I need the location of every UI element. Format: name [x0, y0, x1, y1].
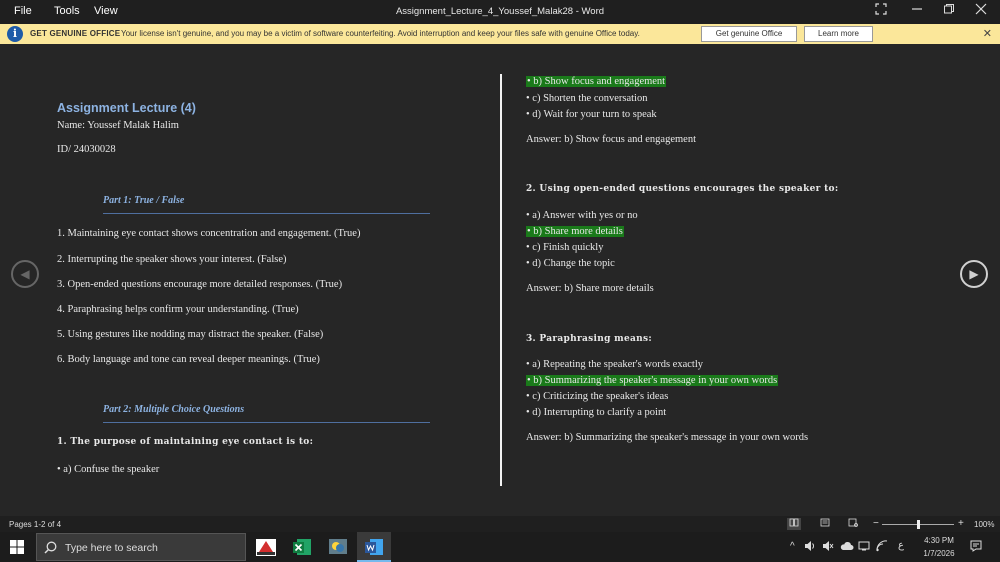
menu-view[interactable]: View	[94, 5, 118, 17]
genuine-office-banner: i GET GENUINE OFFICE Your license isn't …	[0, 24, 1000, 44]
banner-message: Your license isn't genuine, and you may …	[121, 29, 640, 38]
search-placeholder: Type here to search	[65, 542, 158, 554]
question-heading: 2. Using open-ended questions encourages…	[526, 184, 839, 194]
info-icon: i	[7, 26, 23, 42]
statement-item: 2. Interrupting the speaker shows your i…	[57, 254, 287, 265]
option-item: • c) Finish quickly	[526, 242, 604, 253]
divider	[103, 213, 430, 214]
windows-taskbar: Type here to search ^ ع 4:30 PM 1/7/2026	[0, 532, 1000, 562]
statement-item: 5. Using gestures like nodding may distr…	[57, 329, 324, 340]
excel-app-icon[interactable]	[291, 536, 313, 558]
wifi-icon[interactable]	[876, 540, 888, 555]
clock-time[interactable]: 4:30 PM	[919, 536, 959, 545]
pdf-app-icon[interactable]	[255, 536, 277, 558]
get-genuine-office-button[interactable]: Get genuine Office	[701, 26, 797, 42]
restore-button[interactable]	[936, 2, 962, 22]
print-layout-icon[interactable]	[818, 518, 832, 530]
option-item: • c) Criticizing the speaker's ideas	[526, 391, 669, 402]
taskbar-search-box[interactable]: Type here to search	[36, 533, 246, 561]
option-item: • a) Answer with yes or no	[526, 210, 638, 221]
volume-muted-icon[interactable]	[822, 540, 834, 555]
page-count[interactable]: Pages 1-2 of 4	[9, 520, 61, 529]
page-divider	[500, 74, 502, 486]
divider	[103, 422, 430, 423]
part1-heading: Part 1: True / False	[103, 195, 185, 206]
document-reading-area: ◀ ▶ Assignment Lecture (4) Name: Youssef…	[0, 44, 1000, 516]
next-page-icon[interactable]: ▶	[960, 260, 988, 288]
close-icon[interactable]: ✕	[983, 27, 992, 40]
part2-heading: Part 2: Multiple Choice Questions	[103, 404, 245, 415]
device-icon[interactable]	[858, 540, 870, 555]
menu-file[interactable]: File	[14, 5, 32, 17]
zoom-slider[interactable]	[882, 520, 954, 529]
input-language[interactable]: ع	[898, 540, 904, 551]
statement-item: 4. Paraphrasing helps confirm your under…	[57, 304, 299, 315]
option-item: • a) Confuse the speaker	[57, 464, 160, 475]
statement-item: 6. Body language and tone can reveal dee…	[57, 354, 320, 365]
option-item: • d) Interrupting to clarify a point	[526, 407, 667, 418]
option-item-highlighted: • b) Summarizing the speaker's message i…	[526, 375, 779, 386]
read-mode-icon[interactable]	[787, 518, 801, 530]
option-item: • d) Change the topic	[526, 258, 615, 269]
answer-line: Answer: b) Summarizing the speaker's mes…	[526, 432, 809, 443]
statement-item: 1. Maintaining eye contact shows concent…	[57, 228, 361, 239]
clock-date[interactable]: 1/7/2026	[919, 549, 959, 558]
close-button[interactable]	[968, 2, 994, 22]
chevron-up-icon[interactable]: ^	[790, 541, 795, 552]
status-bar: Pages 1-2 of 4 − + 100%	[0, 516, 1000, 532]
zoom-out-button[interactable]: −	[873, 518, 879, 529]
web-layout-icon[interactable]	[846, 518, 860, 530]
question-heading: 3. Paraphrasing means:	[526, 334, 652, 344]
zoom-slider-thumb[interactable]	[916, 520, 920, 529]
windows-start-icon[interactable]	[10, 540, 24, 557]
cloud-icon[interactable]	[840, 540, 854, 555]
option-item-highlighted: • b) Share more details	[526, 226, 624, 237]
option-item-highlighted: • b) Show focus and engagement	[526, 76, 667, 87]
previous-page-icon[interactable]: ◀	[11, 260, 39, 288]
answer-line: Answer: b) Share more details	[526, 283, 654, 294]
zoom-level[interactable]: 100%	[974, 520, 994, 529]
answer-line: Answer: b) Show focus and engagement	[526, 134, 696, 145]
option-item: • d) Wait for your turn to speak	[526, 109, 657, 120]
statement-item: 3. Open-ended questions encourage more d…	[57, 279, 343, 290]
document-title: Assignment Lecture (4)	[57, 101, 196, 115]
title-bar: File Tools View Assignment_Lecture_4_You…	[0, 0, 1000, 24]
search-icon	[44, 541, 57, 554]
notifications-icon[interactable]	[970, 540, 982, 555]
question-heading: 1. The purpose of maintaining eye contac…	[57, 437, 314, 447]
word-app-icon[interactable]	[357, 532, 391, 562]
student-name: Name: Youssef Malak Halim	[57, 120, 179, 131]
zoom-in-button[interactable]: +	[958, 518, 964, 529]
focus-mode-icon[interactable]	[868, 2, 894, 22]
volume-icon[interactable]	[804, 540, 816, 555]
minimize-button[interactable]	[904, 2, 930, 22]
python-app-icon[interactable]	[327, 536, 349, 558]
window-title: Assignment_Lecture_4_Youssef_Malak28 - W…	[395, 6, 605, 17]
menu-tools[interactable]: Tools	[54, 5, 80, 17]
learn-more-button[interactable]: Learn more	[804, 26, 873, 42]
student-id: ID/ 24030028	[57, 144, 116, 155]
option-item: • c) Shorten the conversation	[526, 93, 648, 104]
option-item: • a) Repeating the speaker's words exact…	[526, 359, 704, 370]
banner-title: GET GENUINE OFFICE	[30, 29, 121, 38]
